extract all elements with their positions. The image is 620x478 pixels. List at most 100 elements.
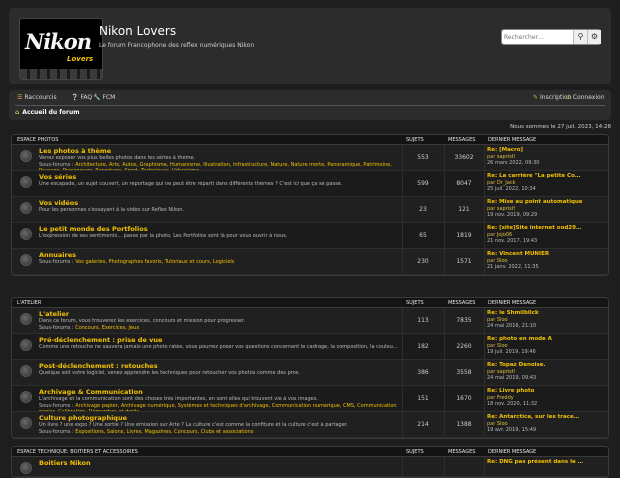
- pencil-icon: ✎: [533, 94, 539, 101]
- col-divider: [484, 412, 485, 437]
- last-post-by: par: [487, 316, 497, 323]
- subforums-label: Sous-forums :: [39, 161, 76, 168]
- last-post-by: par: [487, 257, 497, 264]
- forum-list: L'atelier Dans ce forum, vous trouverez l…: [12, 308, 608, 438]
- last-post-date: 24 mai 2019, 09:43: [487, 375, 537, 381]
- forum-row[interactable]: Vos séries Une escapade, un sujet couvert…: [12, 171, 608, 197]
- col-divider: [484, 249, 485, 274]
- last-post: Re: Topaz Denoise. par saprist! 24 mai 201…: [487, 362, 608, 382]
- forum-title[interactable]: Archivage & Communication: [39, 388, 143, 396]
- last-post-user[interactable]: Sloo: [497, 317, 508, 323]
- last-post-user[interactable]: Dr_Jack: [497, 180, 516, 186]
- subforums-links[interactable]: Architecture, Arts, Autos, Graphisme, Hu…: [39, 162, 392, 171]
- last-post-title[interactable]: Re: DNG pas présent dans le …: [487, 459, 608, 466]
- forum-title[interactable]: Annuaires: [39, 251, 76, 259]
- forum-title[interactable]: L'atelier: [39, 310, 69, 318]
- subforums-links[interactable]: Archivage papier, Archivage numérique, S…: [39, 403, 397, 412]
- last-post-user[interactable]: saprist!: [497, 369, 516, 375]
- wrench-icon: 🔧: [93, 94, 101, 101]
- last-post: Re: photo en mode Apar Sloo 19 juil. 2019…: [487, 336, 608, 356]
- search-button[interactable]: ⚲: [573, 30, 587, 44]
- navbar: ☰ Raccourcis ❔ FAQ 🔧 FCM ✎ Inscription ⏻ Conn…: [9, 90, 611, 120]
- column-last-post-header: DERNIER MESSAGE: [488, 449, 537, 455]
- forum-category: L'ATELIER SUJETS MESSAGES DERNIER MESSAGE L'…: [11, 297, 609, 439]
- forum-title[interactable]: Les photos à thème: [39, 147, 111, 155]
- forum-row[interactable]: Annuaires Sous-forums : Vos galeries, Pho…: [12, 249, 608, 275]
- last-post-user[interactable]: Sloo: [497, 421, 508, 427]
- last-post-user[interactable]: saprist!: [497, 154, 516, 160]
- subforums-links[interactable]: Expositions, Salons, Livres, Magazines, …: [75, 429, 253, 435]
- col-divider: [484, 145, 485, 170]
- last-post-user[interactable]: Sloo: [497, 343, 508, 349]
- forum-row[interactable]: Post-déclenchement : retouches Quelque so…: [12, 360, 608, 386]
- search-input[interactable]: [504, 31, 574, 43]
- forum-description: Pour les personnes s'essayant à la vidéo…: [39, 207, 185, 213]
- search-box: ⚲ ⚙: [501, 29, 601, 45]
- last-post-by: par: [487, 394, 497, 401]
- nav-fcm[interactable]: 🔧 FCM: [93, 94, 115, 101]
- category-name[interactable]: ESPACE TECHNIQUE: BOITIERS ET ACCESSOIRE…: [17, 449, 138, 455]
- logo-sub: Lovers: [67, 55, 94, 63]
- last-post-user[interactable]: saprist!: [497, 206, 516, 212]
- forum-row[interactable]: Boitiers Nikon Re: DNG pas présent dans l…: [12, 457, 608, 477]
- last-post-user[interactable]: Jojo06: [497, 232, 512, 238]
- post-count: 121: [458, 206, 470, 213]
- forum-title[interactable]: Post-déclenchement : retouches: [39, 362, 158, 370]
- post-count: 1670: [456, 395, 472, 402]
- forum-description: Quelque soit votre logiciel, venez appre…: [39, 370, 300, 376]
- site-logo[interactable]: Nikon Lovers: [19, 18, 103, 80]
- subforums-label: Sous-forums :: [39, 402, 76, 409]
- category-name[interactable]: ESPACE PHOTOS: [17, 137, 58, 143]
- last-post-user[interactable]: Freddy: [497, 395, 514, 401]
- column-topics-header: SUJETS: [406, 449, 424, 455]
- forum-row[interactable]: Culture photographique Un livre ? une exp…: [12, 412, 608, 438]
- site-description: Le forum Francophone des reflex numériqu…: [99, 42, 255, 49]
- topic-count: 113: [417, 317, 429, 324]
- forum-row[interactable]: Le petit monde des Portfolios L'expressio…: [12, 223, 608, 249]
- forum-title[interactable]: Le petit monde des Portfolios: [39, 225, 148, 233]
- nav-shortcuts[interactable]: ☰ Raccourcis: [17, 94, 57, 101]
- col-divider: [484, 386, 485, 411]
- forum-title[interactable]: Vos séries: [39, 173, 76, 181]
- forum-row[interactable]: Les photos à thème Venez exposer vos plus…: [12, 145, 608, 171]
- advanced-search-button[interactable]: ⚙: [587, 30, 601, 44]
- subforums-links[interactable]: Vos galeries, Photographes favoris, Tuto…: [75, 259, 234, 265]
- forum-read-icon: [20, 313, 32, 325]
- nav-login[interactable]: ⏻ Connexion: [566, 94, 605, 102]
- column-topics-header: SUJETS: [406, 137, 424, 143]
- subforums-label: Sous-forums :: [39, 428, 76, 435]
- subforums-label: Sous-forums :: [39, 259, 76, 265]
- last-post-by: par: [487, 420, 497, 427]
- col-divider: [484, 171, 485, 196]
- last-post-by: par: [487, 231, 497, 238]
- last-post-by: par: [487, 368, 497, 375]
- topic-count: 553: [417, 154, 429, 161]
- nav-divider: [15, 105, 605, 106]
- forum-title[interactable]: Culture photographique: [39, 414, 127, 422]
- last-post-by: par: [487, 205, 497, 212]
- category-name[interactable]: L'ATELIER: [17, 300, 41, 306]
- last-post-date: 21 nov. 2017, 19:43: [487, 238, 538, 244]
- forum-subforums: Sous-forums : Vos galeries, Photographes…: [39, 259, 399, 274]
- last-post-user[interactable]: Sloo: [497, 258, 508, 264]
- forum-row[interactable]: L'atelier Dans ce forum, vous trouverez l…: [12, 308, 608, 334]
- forum-category: ESPACE PHOTOS SUJETS MESSAGES DERNIER MESSA…: [11, 134, 609, 276]
- col-divider: [484, 223, 485, 248]
- forum-row[interactable]: Archivage & Communication L'archivage et …: [12, 386, 608, 412]
- breadcrumb[interactable]: ⌂ Accueil du forum: [15, 109, 79, 116]
- post-count: 33602: [454, 154, 474, 161]
- forum-row[interactable]: Vos vidéos Pour les personnes s'essayant …: [12, 197, 608, 223]
- last-post: Re: DNG pas présent dans le …: [487, 459, 608, 466]
- nav-faq[interactable]: ❔ FAQ: [71, 94, 92, 101]
- last-post: Re: La carrière "La petite Co… par Dr_Jac…: [487, 173, 608, 193]
- subforums-links[interactable]: Concours, Exercices, Jeux: [75, 325, 139, 331]
- topic-count: 230: [417, 258, 429, 265]
- forum-title[interactable]: Pré-déclenchement : prise de vue: [39, 336, 162, 344]
- logo-text: Nikon: [25, 29, 92, 54]
- forum-subforums: Sous-forums : Architecture, Arts, Autos,…: [39, 162, 399, 171]
- site-title[interactable]: Nikon Lovers: [99, 24, 176, 38]
- last-post-date: 24 mai 2016, 21:10: [487, 323, 537, 329]
- topic-count: 386: [417, 369, 429, 376]
- forum-row[interactable]: Pré-déclenchement : prise de vue Comme un…: [12, 334, 608, 360]
- forum-title[interactable]: Vos vidéos: [39, 199, 78, 207]
